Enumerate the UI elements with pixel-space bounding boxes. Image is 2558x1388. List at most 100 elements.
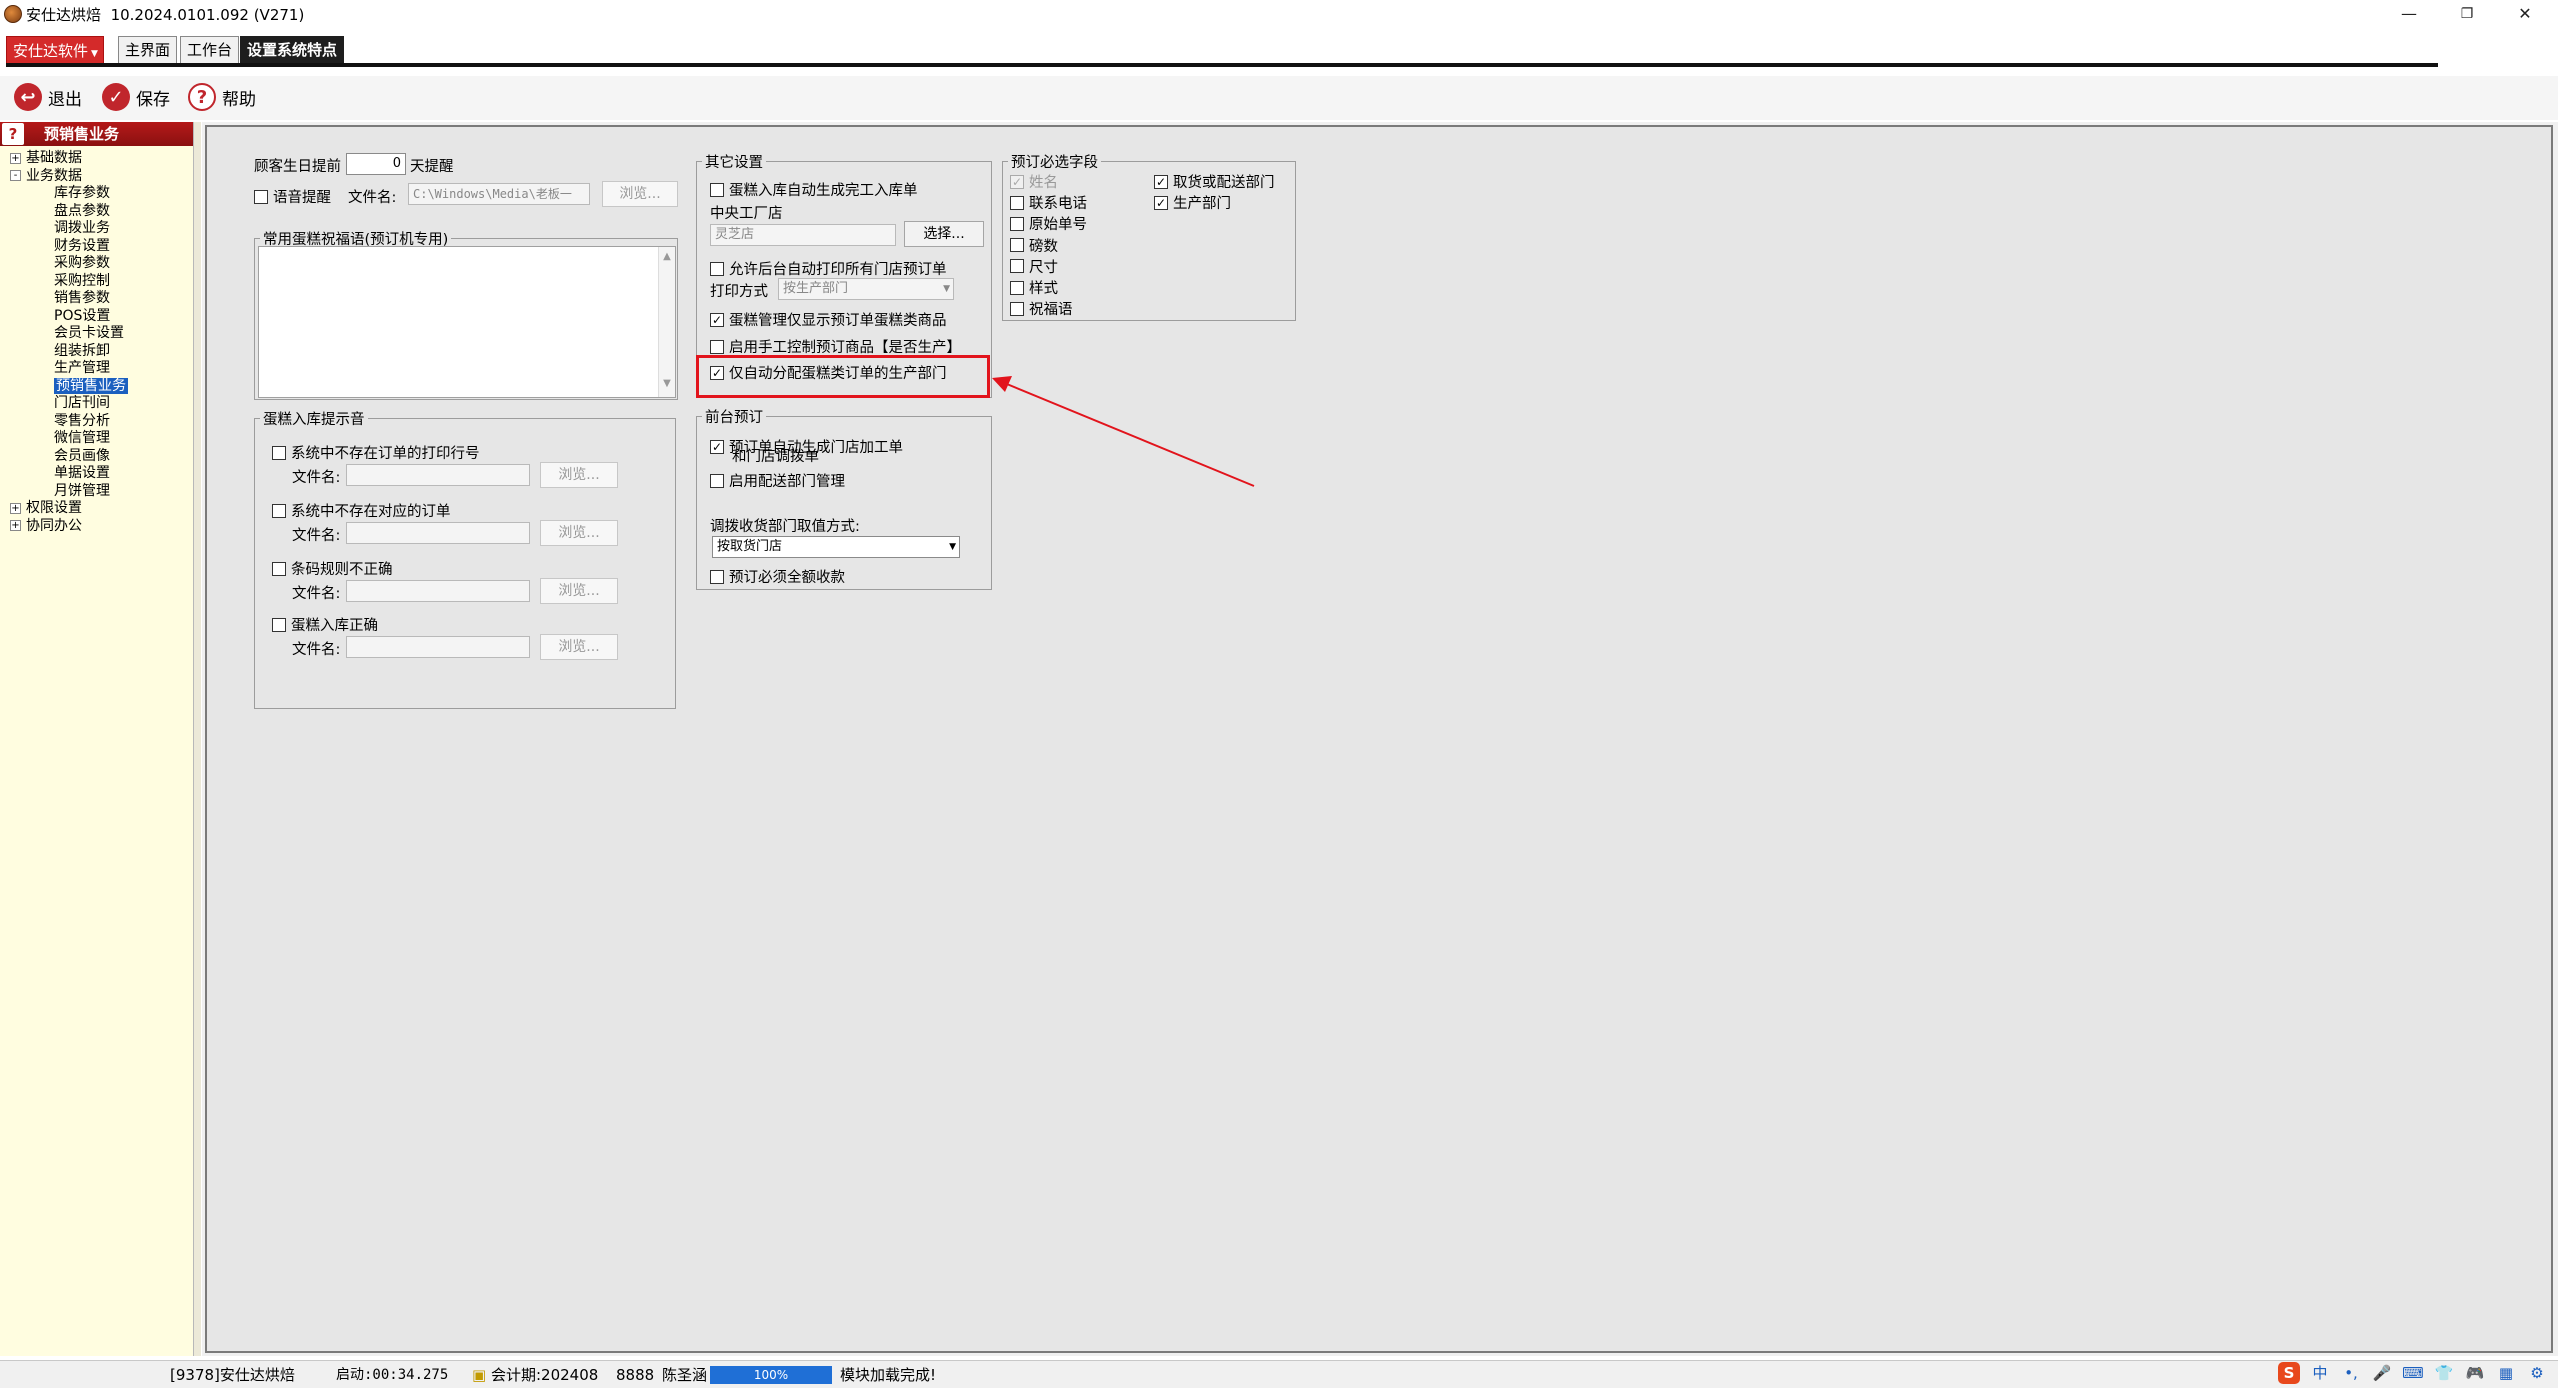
required-field-checkbox[interactable]: 原始单号 [1010,213,1087,234]
minimize-button[interactable]: — [2386,0,2432,28]
skin-icon[interactable]: 👕 [2433,1362,2455,1384]
sidebar-item[interactable]: 门店刊间 [10,395,128,413]
required-field-checkbox[interactable]: ✓ 生产部门 [1154,192,1231,213]
factory-input[interactable]: 灵芝店 [710,224,896,246]
punctuation-icon[interactable]: •, [2340,1362,2362,1384]
sidebar-item[interactable]: - 业务数据 [10,168,128,186]
browse-button[interactable]: 浏览... [540,634,618,660]
print-mode-select[interactable]: 按生产部门 ▼ [778,278,954,300]
checkbox[interactable] [1010,238,1024,253]
voice-reminder-checkbox[interactable]: 语音提醒 [254,186,331,207]
cake-sound-checkbox[interactable]: 系统中不存在订单的打印行号 [272,442,480,463]
browse-button[interactable]: 浏览... [602,181,678,207]
auto-inbound-checkbox[interactable]: 蛋糕入库自动生成完工入库单 [710,179,918,200]
game-icon[interactable]: 🎮 [2464,1362,2486,1384]
close-button[interactable]: ✕ [2502,0,2548,28]
chinese-mode-icon[interactable]: 中 [2309,1362,2331,1384]
keyboard-icon[interactable]: ⌨ [2402,1362,2424,1384]
sidebar-item[interactable]: 库存参数 [10,185,128,203]
required-field-checkbox[interactable]: 样式 [1010,277,1058,298]
dept-mode-select[interactable]: 按取货门店 ▼ [712,536,960,558]
choose-button[interactable]: 选择... [904,221,984,247]
grid-icon[interactable]: ▦ [2495,1362,2517,1384]
sidebar-item[interactable]: 会员卡设置 [10,325,128,343]
sidebar-item[interactable]: 单据设置 [10,465,128,483]
panel-splitter[interactable] [193,122,201,1356]
enable-dist-checkbox[interactable]: 启用配送部门管理 [710,470,845,491]
sidebar-item[interactable]: 销售参数 [10,290,128,308]
checkbox[interactable]: ✓ [1154,195,1168,210]
full-payment-checkbox[interactable]: 预订必须全额收款 [710,566,845,587]
checkbox[interactable] [1010,216,1024,231]
checkbox[interactable] [710,261,724,276]
sound-file-input[interactable] [346,580,530,602]
checkbox[interactable] [272,445,286,460]
checkbox[interactable] [710,182,724,197]
only-cake-checkbox[interactable]: ✓ 蛋糕管理仅显示预订单蛋糕类商品 [710,309,947,330]
sidebar-item[interactable]: + 协同办公 [10,518,128,536]
sidebar-item[interactable]: 财务设置 [10,238,128,256]
checkbox[interactable] [1010,301,1024,316]
sound-file-input[interactable] [346,464,530,486]
checkbox[interactable] [710,473,724,488]
cake-sound-checkbox[interactable]: 蛋糕入库正确 [272,614,378,635]
sound-file-input[interactable] [346,522,530,544]
sidebar-item[interactable]: 采购参数 [10,255,128,273]
required-field-checkbox[interactable]: ✓ 取货或配送部门 [1154,171,1275,192]
sidebar-item[interactable]: 微信管理 [10,430,128,448]
checkbox[interactable] [1010,280,1024,295]
collapse-icon[interactable]: - [10,170,21,181]
manual-control-checkbox[interactable]: 启用手工控制预订商品【是否生产】 [710,336,961,357]
expand-icon[interactable]: + [10,152,21,164]
voice-file-input[interactable]: C:\Windows\Media\老板一 [408,183,590,205]
browse-button[interactable]: 浏览... [540,462,618,488]
required-field-checkbox[interactable]: 祝福语 [1010,298,1073,319]
sidebar-item[interactable]: POS设置 [10,308,128,326]
expand-icon[interactable]: + [10,502,21,514]
sidebar-item[interactable]: 预销售业务 [10,377,128,396]
checkbox[interactable] [1010,195,1024,210]
sidebar-item[interactable]: 采购控制 [10,273,128,291]
sidebar-item[interactable]: 盘点参数 [10,203,128,221]
required-field-checkbox[interactable]: 尺寸 [1010,256,1058,277]
sidebar-item[interactable]: 零售分析 [10,413,128,431]
birthday-days-input[interactable]: 0 [346,153,406,175]
checkbox[interactable] [1010,259,1024,274]
sidebar-item[interactable]: + 基础数据 [10,150,128,168]
allow-print-checkbox[interactable]: 允许后台自动打印所有门店预订单 [710,258,947,279]
required-field-checkbox[interactable]: 磅数 [1010,235,1058,256]
checkbox[interactable] [710,569,724,584]
cake-sound-checkbox[interactable]: 系统中不存在对应的订单 [272,500,451,521]
sidebar-item[interactable]: + 权限设置 [10,500,128,518]
sidebar-item[interactable]: 调拨业务 [10,220,128,238]
brand-menu-button[interactable]: 安仕达软件 ▼ [6,36,104,64]
scroll-up-icon[interactable]: ▲ [659,251,675,262]
microphone-icon[interactable]: 🎤 [2371,1362,2393,1384]
checkbox[interactable] [710,339,724,354]
save-button[interactable]: ✓ 保存 [102,82,170,112]
expand-icon[interactable]: + [10,520,21,531]
browse-button[interactable]: 浏览... [540,578,618,604]
checkbox[interactable] [254,189,268,204]
settings-icon[interactable]: ⚙ [2526,1362,2548,1384]
sidebar-item[interactable]: 生产管理 [10,360,128,378]
checkbox[interactable]: ✓ [710,312,724,327]
sidebar-item[interactable]: 组装拆卸 [10,343,128,361]
checkbox[interactable]: ✓ [1154,174,1168,189]
checkbox[interactable] [272,503,286,518]
tab-main[interactable]: 主界面 [118,36,178,64]
required-field-checkbox[interactable]: 联系电话 [1010,192,1087,213]
help-button[interactable]: ? 帮助 [188,82,256,112]
restore-button[interactable]: ❐ [2444,0,2490,28]
cake-sound-checkbox[interactable]: 条码规则不正确 [272,558,393,579]
tab-workbench[interactable]: 工作台 [180,36,240,64]
browse-button[interactable]: 浏览... [540,520,618,546]
greetings-scrollbar[interactable]: ▲ ▼ [658,247,675,397]
scroll-down-icon[interactable]: ▼ [659,378,675,389]
greetings-textarea[interactable] [258,246,676,398]
sound-file-input[interactable] [346,636,530,658]
exit-button[interactable]: ↩ 退出 [14,82,82,112]
checkbox[interactable]: ✓ [710,439,724,454]
sidebar-item[interactable]: 月饼管理 [10,483,128,501]
sogou-ime-icon[interactable]: S [2278,1362,2300,1384]
